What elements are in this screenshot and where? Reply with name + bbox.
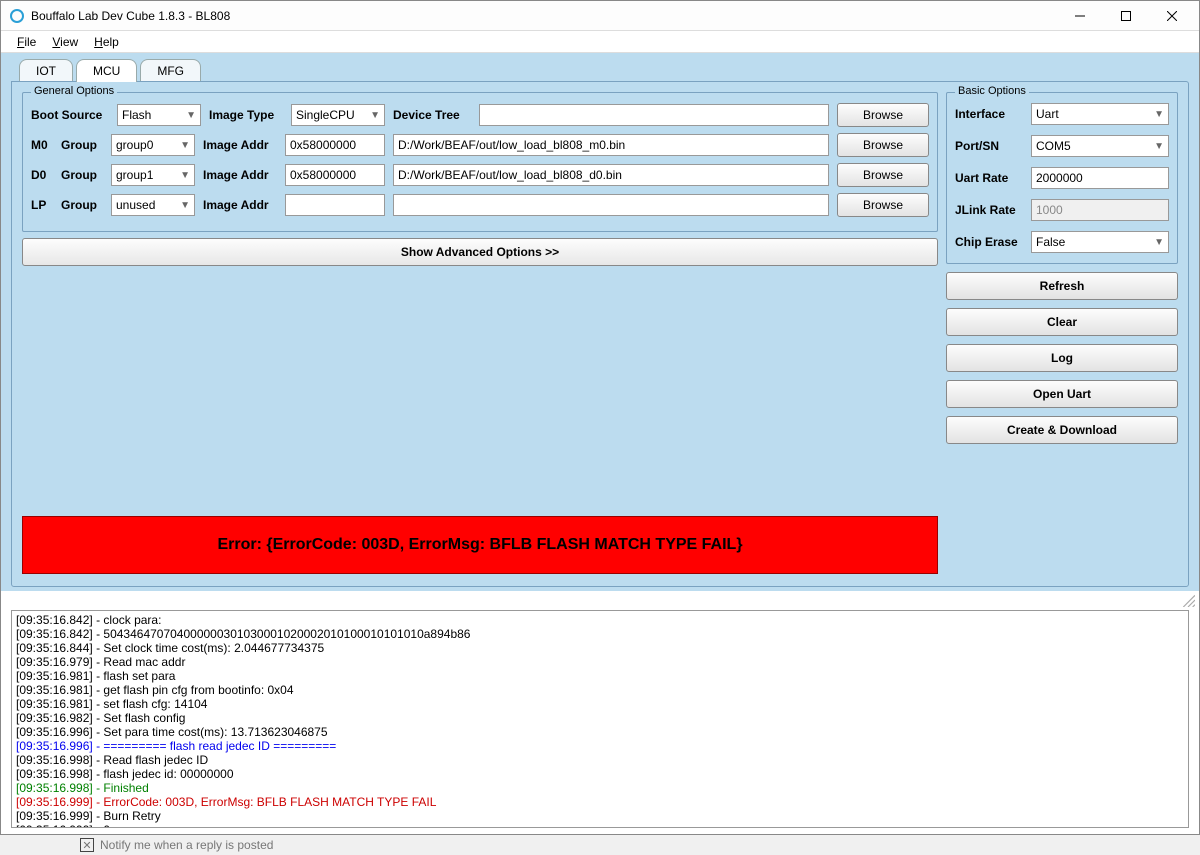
chevron-down-icon: ▼ xyxy=(180,200,190,211)
resize-grip-icon[interactable] xyxy=(1181,593,1195,607)
chevron-down-icon: ▼ xyxy=(186,110,196,121)
image-type-select[interactable]: SingleCPU▼ xyxy=(291,104,385,126)
interface-label: Interface xyxy=(955,107,1025,121)
log-button[interactable]: Log xyxy=(946,344,1178,372)
menubar: File View Help xyxy=(1,31,1199,53)
error-banner: Error: {ErrorCode: 003D, ErrorMsg: BFLB … xyxy=(22,516,938,574)
log-line: [09:35:16.996] - Set para time cost(ms):… xyxy=(16,725,1184,739)
image-addr-label: Image Addr xyxy=(203,168,277,182)
device-tree-input[interactable] xyxy=(479,104,829,126)
image-addr-label: Image Addr xyxy=(203,138,277,152)
basic-legend: Basic Options xyxy=(955,85,1029,97)
log-line: [09:35:16.979] - Read mac addr xyxy=(16,655,1184,669)
menu-view[interactable]: View xyxy=(44,33,86,51)
general-options-group: General Options Boot Source Flash▼ Image… xyxy=(22,92,938,232)
chevron-down-icon: ▼ xyxy=(180,140,190,151)
chip-erase-label: Chip Erase xyxy=(955,235,1025,249)
uart-rate-input[interactable]: 2000000 xyxy=(1031,167,1169,189)
port-label: Port/SN xyxy=(955,139,1025,153)
browse-button-d0[interactable]: Browse xyxy=(837,163,929,187)
log-line: [09:35:16.981] - set flash cfg: 14104 xyxy=(16,697,1184,711)
log-line: [09:35:16.982] - Set flash config xyxy=(16,711,1184,725)
log-output[interactable]: [09:35:16.842] - clock para:[09:35:16.84… xyxy=(11,610,1189,828)
log-line: [09:35:16.999] - ErrorCode: 003D, ErrorM… xyxy=(16,795,1184,809)
mcu-label: M0 xyxy=(31,138,53,152)
group-select-m0[interactable]: group0▼ xyxy=(111,134,195,156)
device-tree-browse-button[interactable]: Browse xyxy=(837,103,929,127)
refresh-button[interactable]: Refresh xyxy=(946,272,1178,300)
group-select-d0[interactable]: group1▼ xyxy=(111,164,195,186)
tab-mfg[interactable]: MFG xyxy=(140,59,201,82)
window-title: Bouffalo Lab Dev Cube 1.8.3 - BL808 xyxy=(31,9,1057,23)
mcu-label: D0 xyxy=(31,168,53,182)
log-line: [09:35:16.842] - 50434647070400000030103… xyxy=(16,627,1184,641)
basic-options-group: Basic Options Interface Uart▼ Port/SN CO… xyxy=(946,92,1178,264)
image-addr-input-d0[interactable]: 0x58000000 xyxy=(285,164,385,186)
image-addr-input-lp[interactable] xyxy=(285,194,385,216)
group-select-lp[interactable]: unused▼ xyxy=(111,194,195,216)
image-path-input-lp[interactable] xyxy=(393,194,829,216)
jlink-rate-label: JLink Rate xyxy=(955,203,1025,217)
tab-iot[interactable]: IOT xyxy=(19,59,73,82)
group-label: Group xyxy=(61,198,103,212)
browse-button-m0[interactable]: Browse xyxy=(837,133,929,157)
device-tree-label: Device Tree xyxy=(393,108,471,122)
notify-checkbox[interactable]: ✕ xyxy=(80,838,94,852)
log-line: [09:35:16.998] - Read flash jedec ID xyxy=(16,753,1184,767)
log-line: [09:35:16.844] - Set clock time cost(ms)… xyxy=(16,641,1184,655)
app-icon xyxy=(9,8,25,24)
image-addr-input-m0[interactable]: 0x58000000 xyxy=(285,134,385,156)
chevron-down-icon: ▼ xyxy=(180,170,190,181)
chevron-down-icon: ▼ xyxy=(370,110,380,121)
group-label: Group xyxy=(61,138,103,152)
chevron-down-icon: ▼ xyxy=(1154,141,1164,152)
clear-button[interactable]: Clear xyxy=(946,308,1178,336)
log-line: [09:35:16.981] - flash set para xyxy=(16,669,1184,683)
image-type-label: Image Type xyxy=(209,108,283,122)
image-addr-label: Image Addr xyxy=(203,198,277,212)
log-line: [09:35:16.981] - get flash pin cfg from … xyxy=(16,683,1184,697)
tab-mcu[interactable]: MCU xyxy=(76,59,137,82)
tabs: IOT MCU MFG xyxy=(19,59,1189,82)
log-line: [09:35:16.998] - Finished xyxy=(16,781,1184,795)
log-line: [09:35:16.999] - 0 xyxy=(16,823,1184,828)
log-line: [09:35:16.996] - ========= flash read je… xyxy=(16,739,1184,753)
mcu-label: LP xyxy=(31,198,53,212)
port-select[interactable]: COM5▼ xyxy=(1031,135,1169,157)
log-line: [09:35:16.842] - clock para: xyxy=(16,613,1184,627)
group-label: Group xyxy=(61,168,103,182)
log-line: [09:35:16.999] - Burn Retry xyxy=(16,809,1184,823)
image-path-input-d0[interactable]: D:/Work/BEAF/out/low_load_bl808_d0.bin xyxy=(393,164,829,186)
chevron-down-icon: ▼ xyxy=(1154,237,1164,248)
menu-help[interactable]: Help xyxy=(86,33,127,51)
open-uart-button[interactable]: Open Uart xyxy=(946,380,1178,408)
minimize-button[interactable] xyxy=(1057,1,1103,30)
jlink-rate-input[interactable]: 1000 xyxy=(1031,199,1169,221)
interface-select[interactable]: Uart▼ xyxy=(1031,103,1169,125)
browse-button-lp[interactable]: Browse xyxy=(837,193,929,217)
show-advanced-button[interactable]: Show Advanced Options >> xyxy=(22,238,938,266)
general-legend: General Options xyxy=(31,85,117,97)
menu-file[interactable]: File xyxy=(9,33,44,51)
chevron-down-icon: ▼ xyxy=(1154,109,1164,120)
chip-erase-select[interactable]: False▼ xyxy=(1031,231,1169,253)
uart-rate-label: Uart Rate xyxy=(955,171,1025,185)
maximize-button[interactable] xyxy=(1103,1,1149,30)
app-window: Bouffalo Lab Dev Cube 1.8.3 - BL808 File… xyxy=(0,0,1200,835)
log-line: [09:35:16.998] - flash jedec id: 0000000… xyxy=(16,767,1184,781)
boot-source-label: Boot Source xyxy=(31,108,109,122)
close-button[interactable] xyxy=(1149,1,1195,30)
create-download-button[interactable]: Create & Download xyxy=(946,416,1178,444)
image-path-input-m0[interactable]: D:/Work/BEAF/out/low_load_bl808_m0.bin xyxy=(393,134,829,156)
boot-source-select[interactable]: Flash▼ xyxy=(117,104,201,126)
page-footer: ✕ Notify me when a reply is posted xyxy=(0,835,1200,855)
titlebar[interactable]: Bouffalo Lab Dev Cube 1.8.3 - BL808 xyxy=(1,1,1199,31)
notify-label: Notify me when a reply is posted xyxy=(100,838,273,852)
